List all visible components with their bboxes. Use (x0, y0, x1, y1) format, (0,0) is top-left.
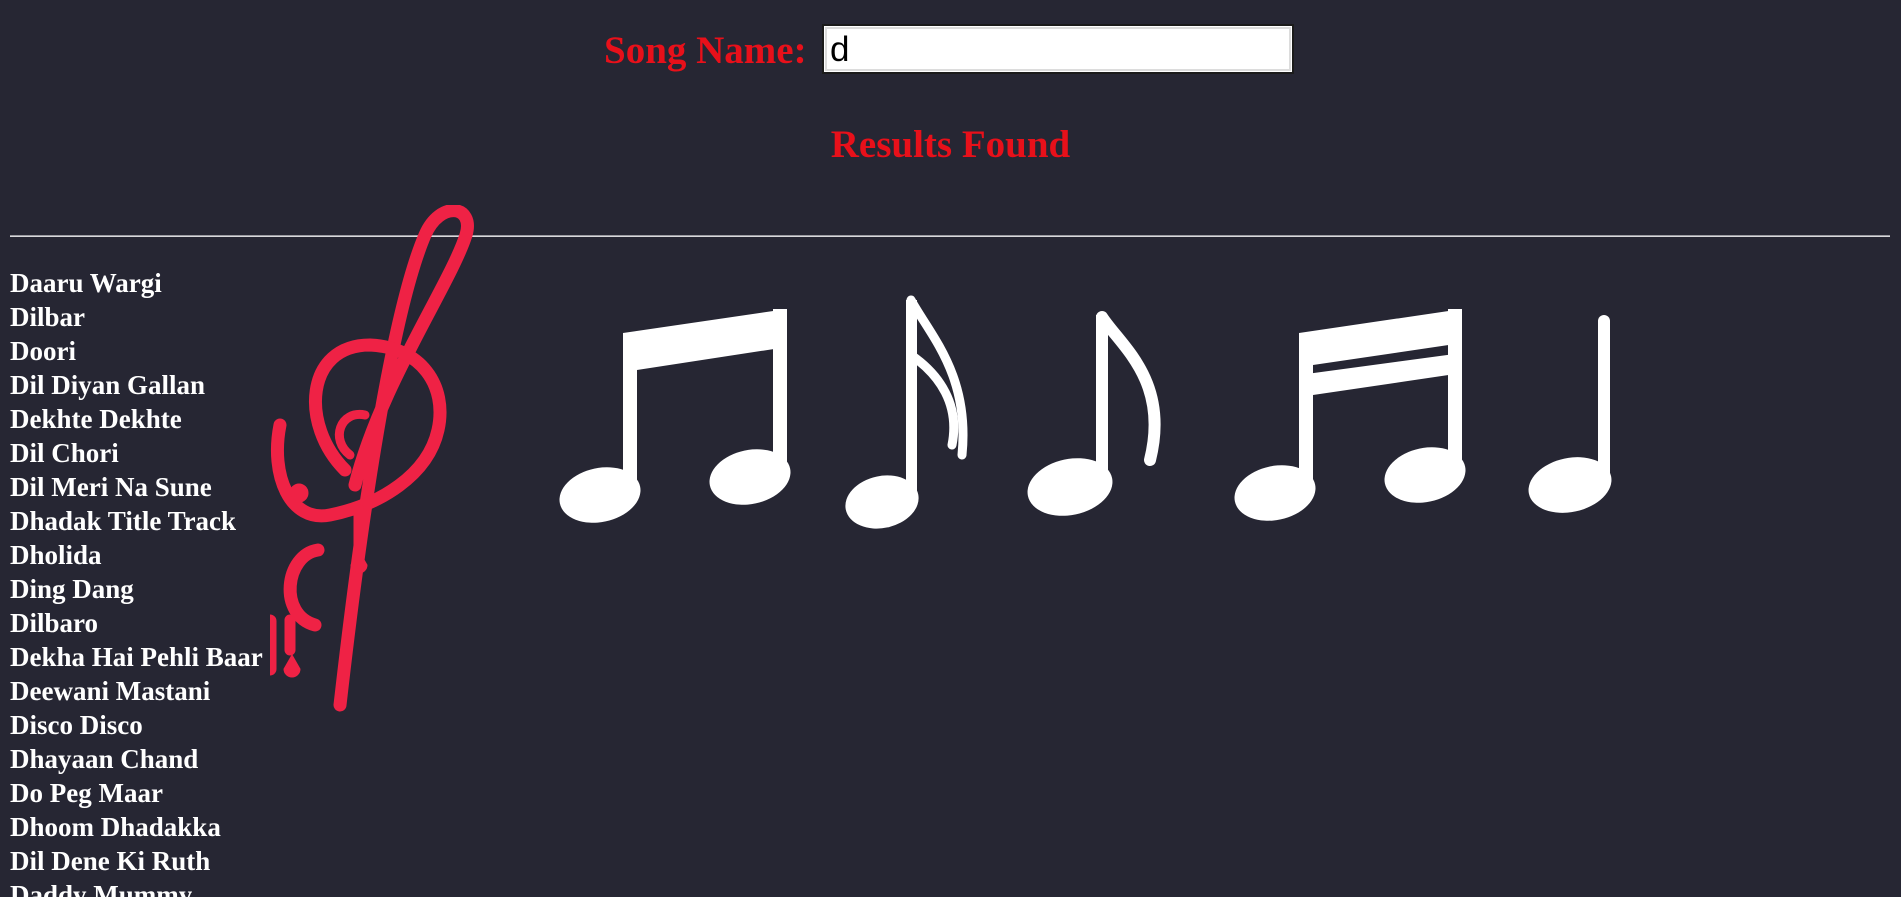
music-artwork (270, 205, 1612, 712)
search-row: Song Name: (0, 24, 1901, 78)
list-item[interactable]: Daddy Mummy (10, 878, 263, 897)
song-name-label: Song Name: (604, 29, 807, 72)
song-results-list: Daaru Wargi Dilbar Doori Dil Diyan Galla… (10, 266, 263, 897)
list-item[interactable]: Dil Dene Ki Ruth (10, 844, 263, 878)
list-item[interactable]: Dholida (10, 538, 263, 572)
list-item[interactable]: Dilbaro (10, 606, 263, 640)
list-item[interactable]: Dil Diyan Gallan (10, 368, 263, 402)
treble-clef-icon (270, 205, 474, 712)
results-title: Results Found (830, 123, 1071, 166)
list-item[interactable]: Do Peg Maar (10, 776, 263, 810)
song-name-input[interactable] (822, 24, 1294, 74)
list-item[interactable]: Dekhte Dekhte (10, 402, 263, 436)
list-item[interactable]: Daaru Wargi (10, 266, 263, 300)
list-item[interactable]: Dil Meri Na Sune (10, 470, 263, 504)
eighth-note-icon (1027, 311, 1161, 516)
list-item[interactable]: Deewani Mastani (10, 674, 263, 708)
list-item[interactable]: Doori (10, 334, 263, 368)
list-item[interactable]: Dil Chori (10, 436, 263, 470)
list-item[interactable]: Dekha Hai Pehli Baar (10, 640, 263, 674)
list-item[interactable]: Dhoom Dhadakka (10, 810, 263, 844)
quarter-note-icon (1528, 315, 1612, 513)
list-item[interactable]: Dilbar (10, 300, 263, 334)
list-item[interactable]: Dhadak Title Track (10, 504, 263, 538)
list-item[interactable]: Dhayaan Chand (10, 742, 263, 776)
list-item[interactable]: Ding Dang (10, 572, 263, 606)
sixteenth-note-icon (845, 295, 968, 529)
beamed-eighth-notes-icon (559, 309, 791, 523)
beamed-sixteenth-notes-icon (1234, 309, 1466, 521)
list-item[interactable]: Disco Disco (10, 708, 263, 742)
